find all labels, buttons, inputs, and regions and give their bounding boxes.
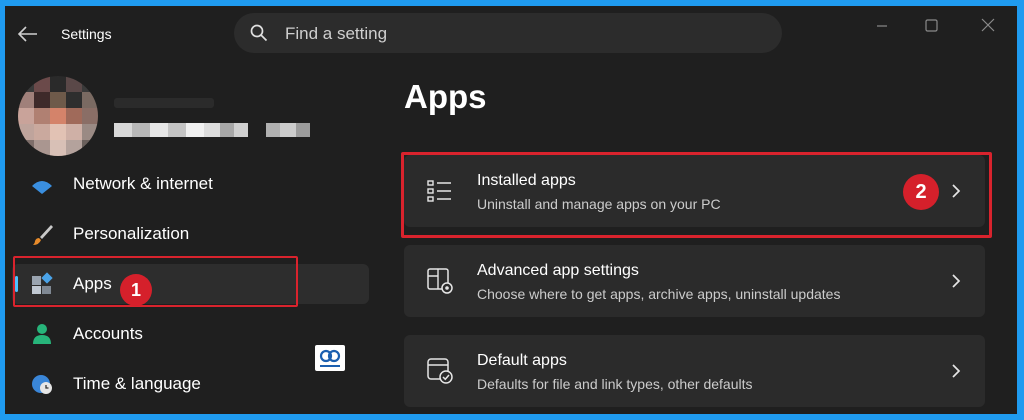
card-title: Advanced app settings <box>477 262 639 279</box>
default-apps-icon <box>427 358 453 384</box>
person-icon <box>33 324 51 344</box>
window-title: Settings <box>61 26 112 42</box>
search-input[interactable]: Find a setting <box>285 24 387 44</box>
user-email-blurred <box>114 123 310 137</box>
watermark-logo <box>315 345 345 371</box>
close-icon[interactable] <box>973 14 1003 38</box>
back-arrow-icon[interactable] <box>17 24 39 44</box>
maximize-icon[interactable] <box>916 14 946 38</box>
card-subtitle: Defaults for file and link types, other … <box>477 376 753 392</box>
minimize-icon[interactable] <box>867 14 897 38</box>
sidebar-item-network[interactable]: Network & internet <box>12 164 369 204</box>
card-title: Default apps <box>477 352 567 369</box>
avatar <box>18 76 98 156</box>
sidebar-item-label: Time & language <box>73 374 201 393</box>
title-bar: Settings Find a setting <box>5 6 1017 62</box>
chevron-right-icon <box>952 364 961 378</box>
brush-icon <box>33 225 53 245</box>
sidebar-item-label: Personalization <box>73 224 190 243</box>
page-title: Apps <box>404 78 487 115</box>
app-settings-icon <box>427 268 453 294</box>
chevron-right-icon <box>952 274 961 288</box>
search-icon <box>250 24 268 42</box>
advanced-app-settings-card[interactable]: Advanced app settings Choose where to ge… <box>404 245 985 317</box>
annotation-box-apps <box>13 256 298 307</box>
card-subtitle: Choose where to get apps, archive apps, … <box>477 286 841 302</box>
annotation-badge-1: 1 <box>120 274 152 306</box>
globe-clock-icon <box>32 375 52 394</box>
search-box[interactable]: Find a setting <box>234 13 782 53</box>
default-apps-card[interactable]: Default apps Defaults for file and link … <box>404 335 985 407</box>
settings-window: Settings Find a setting Network & intern… <box>5 6 1017 414</box>
wifi-icon <box>32 181 52 194</box>
sidebar-item-label: Accounts <box>73 324 143 343</box>
sidebar-item-label: Network & internet <box>73 174 213 193</box>
user-name-blurred <box>114 98 214 108</box>
annotation-badge-2: 2 <box>903 174 939 210</box>
sidebar-item-personalization[interactable]: Personalization <box>12 214 369 254</box>
